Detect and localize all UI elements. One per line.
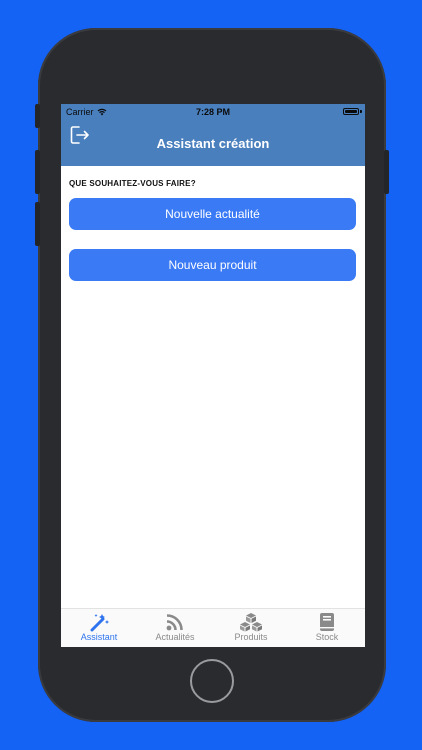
boxes-icon <box>240 613 262 632</box>
mute-switch <box>35 104 40 128</box>
section-title: QUE SOUHAITEZ-VOUS FAIRE? <box>69 179 196 188</box>
app-screen: Carrier 7:28 PM Assistant création QUE S… <box>61 104 365 647</box>
book-icon <box>320 613 334 631</box>
magic-wand-icon <box>90 614 109 632</box>
tab-assistant[interactable]: Assistant <box>61 609 137 647</box>
tab-label: Produits <box>234 632 268 642</box>
tab-label: Stock <box>315 632 339 642</box>
battery-tip <box>360 110 362 113</box>
navigation-bar: Assistant création <box>61 120 365 166</box>
volume-down-button <box>35 202 40 246</box>
tab-actualites[interactable]: Actualités <box>137 609 213 647</box>
new-product-button[interactable]: Nouveau produit <box>69 249 356 281</box>
new-news-button[interactable]: Nouvelle actualité <box>69 198 356 230</box>
tab-produits[interactable]: Produits <box>213 609 289 647</box>
tab-label: Assistant <box>80 632 118 642</box>
power-button <box>384 150 389 194</box>
status-time: 7:28 PM <box>195 107 230 117</box>
status-bar: Carrier 7:28 PM <box>61 104 365 120</box>
home-button[interactable] <box>190 659 234 703</box>
tab-bar: Assistant Actualités Produits Stock <box>61 608 365 647</box>
tab-label: Actualités <box>155 632 195 642</box>
tab-stock[interactable]: Stock <box>289 609 365 647</box>
battery-icon <box>343 108 359 115</box>
page-title: Assistant création <box>156 136 270 151</box>
volume-up-button <box>35 150 40 194</box>
rss-icon <box>166 614 183 631</box>
